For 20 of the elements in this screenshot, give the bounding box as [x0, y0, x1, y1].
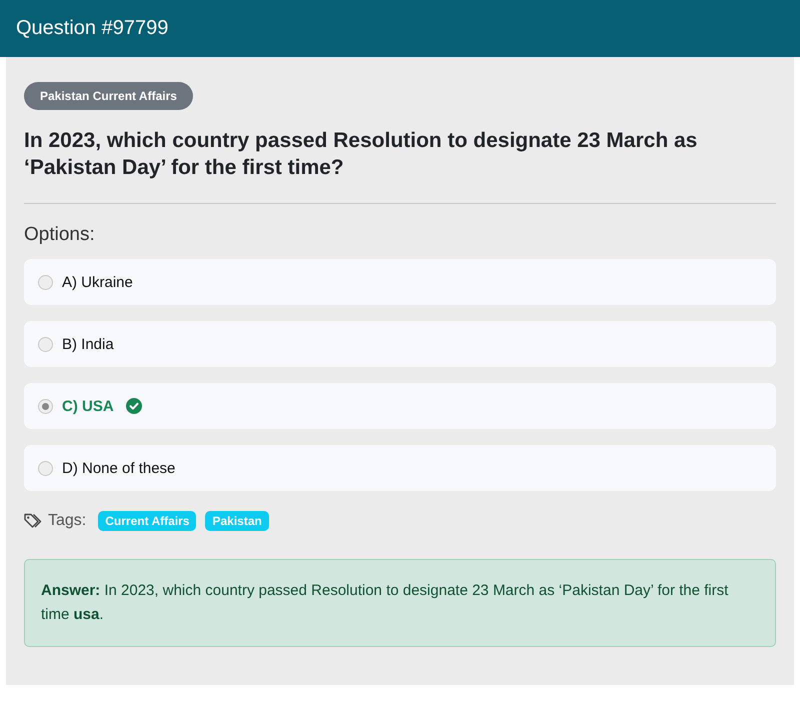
answer-text: Answer: In 2023, which country passed Resolution to designate 23 March as ‘Pakistan Day’ for the first time usa.	[41, 582, 728, 623]
tags-icon	[24, 513, 42, 529]
tags-label: Tags:	[48, 512, 86, 530]
check-circle-icon	[126, 398, 142, 414]
option-row[interactable]: C) USA	[24, 383, 776, 429]
option-text: B) India	[62, 336, 114, 352]
question-text: In 2023, which country passed Resolution to designate 23 March as ‘Pakistan Day’ for the first time?	[24, 128, 698, 181]
radio-button[interactable]	[38, 274, 53, 290]
radio-button[interactable]	[38, 460, 53, 476]
radio-button[interactable]	[38, 336, 53, 352]
option-row[interactable]: D) None of these	[24, 445, 776, 491]
option-text: A) Ukraine	[62, 274, 133, 290]
radio-button[interactable]	[38, 398, 53, 414]
category-badge[interactable]: Pakistan Current Affairs	[24, 82, 193, 110]
option-text: D) None of these	[62, 460, 176, 476]
question-title: Question #97799	[16, 17, 168, 40]
option-text: C) USA	[62, 398, 114, 414]
option-row[interactable]: B) India	[24, 321, 776, 367]
options-label: Options:	[24, 224, 96, 246]
option-row[interactable]: A) Ukraine	[24, 259, 776, 305]
